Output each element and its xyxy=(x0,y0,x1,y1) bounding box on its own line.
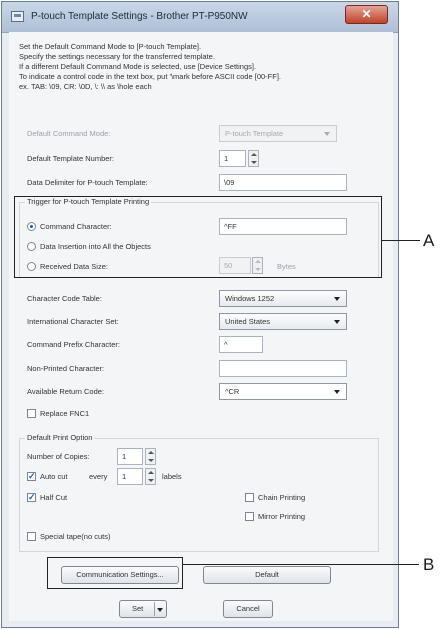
description-line: If a different Default Command Mode is s… xyxy=(19,62,257,71)
description-line: To indicate a control code in the text b… xyxy=(19,72,281,81)
chevron-down-icon xyxy=(334,297,340,301)
callout-b-box xyxy=(47,557,183,589)
mirror-printing-checkbox[interactable] xyxy=(245,512,254,521)
number-of-copies-spinner[interactable] xyxy=(145,448,156,465)
chevron-down-icon[interactable] xyxy=(157,608,163,612)
callout-b-label: B xyxy=(423,555,435,574)
chain-printing-checkbox[interactable] xyxy=(245,493,254,502)
special-tape-checkbox[interactable] xyxy=(27,532,36,541)
window-title: P-touch Template Settings - Brother PT-P… xyxy=(31,11,248,22)
auto-cut-every-label: every xyxy=(89,472,108,481)
spin-down-icon xyxy=(148,479,154,482)
number-of-copies-input[interactable]: 1 xyxy=(117,448,143,465)
non-printed-character-input[interactable] xyxy=(219,360,347,377)
spin-down-icon xyxy=(251,161,257,164)
default-template-number-input[interactable]: 1 xyxy=(219,150,246,167)
half-cut-label: Half Cut xyxy=(40,493,68,502)
command-prefix-character-label: Command Prefix Character: xyxy=(27,340,120,349)
data-delimiter-input[interactable]: \09 xyxy=(219,174,347,191)
split-divider xyxy=(154,602,155,616)
template-number-spinner[interactable] xyxy=(248,150,259,167)
description-line: Set the Default Command Mode to [P-touch… xyxy=(19,42,202,51)
available-return-code-select[interactable]: ^CR xyxy=(219,383,347,400)
title-bar: P-touch Template Settings - Brother PT-P… xyxy=(2,2,398,33)
auto-cut-label: Auto cut xyxy=(40,472,68,481)
print-option-group-title: Default Print Option xyxy=(25,433,95,442)
international-character-set-value: United States xyxy=(225,317,271,326)
set-button-label: Set xyxy=(132,604,144,613)
default-command-mode-label: Default Command Mode: xyxy=(27,129,111,138)
default-command-mode-select[interactable]: P-touch Template xyxy=(219,125,337,142)
callout-a-line xyxy=(382,240,420,241)
auto-cut-checkbox[interactable]: ✓ xyxy=(27,472,36,481)
spin-up-icon xyxy=(148,451,154,454)
data-delimiter-label: Data Delimiter for P-touch Template: xyxy=(27,178,148,187)
spin-up-icon xyxy=(148,471,154,474)
set-button[interactable]: Set xyxy=(119,600,167,618)
replace-fnc1-label: Replace FNC1 xyxy=(40,409,90,418)
auto-cut-count-input[interactable]: 1 xyxy=(117,468,143,485)
default-template-number-label: Default Template Number: xyxy=(27,154,114,163)
callout-b-line xyxy=(183,564,419,565)
description-line: Specify the settings necessary for the t… xyxy=(19,52,215,61)
chevron-down-icon xyxy=(334,320,340,324)
mirror-printing-label: Mirror Printing xyxy=(258,512,306,521)
chain-printing-label: Chain Printing xyxy=(258,493,306,502)
app-icon xyxy=(11,11,24,22)
command-prefix-character-input[interactable]: ^ xyxy=(219,336,263,353)
spin-down-icon xyxy=(148,459,154,462)
replace-fnc1-checkbox[interactable] xyxy=(27,409,36,418)
character-code-table-value: Windows 1252 xyxy=(225,294,275,303)
character-code-table-label: Character Code Table: xyxy=(27,294,102,303)
character-code-table-select[interactable]: Windows 1252 xyxy=(219,290,347,307)
international-character-set-label: International Character Set: xyxy=(27,317,119,326)
international-character-set-select[interactable]: United States xyxy=(219,313,347,330)
description-line: ex. TAB: \09, CR: \0D, \: \\ as \hole ea… xyxy=(19,82,152,91)
auto-cut-unit-label: labels xyxy=(162,472,182,481)
half-cut-checkbox[interactable]: ✓ xyxy=(27,493,36,502)
chevron-down-icon xyxy=(334,390,340,394)
cancel-button[interactable]: Cancel xyxy=(223,600,273,618)
callout-a-label: A xyxy=(423,231,435,250)
chevron-down-icon xyxy=(324,132,330,136)
non-printed-character-label: Non-Printed Character: xyxy=(27,364,105,373)
dialog-body: Set the Default Command Mode to [P-touch… xyxy=(9,32,393,621)
available-return-code-label: Available Return Code: xyxy=(27,387,104,396)
default-command-mode-value: P-touch Template xyxy=(225,129,284,138)
default-button[interactable]: Default xyxy=(203,566,331,584)
special-tape-label: Special tape(no cuts) xyxy=(40,532,111,541)
close-button[interactable]: ✕ xyxy=(345,5,388,24)
number-of-copies-label: Number of Copies: xyxy=(27,452,90,461)
callout-a-box xyxy=(14,196,382,278)
spin-up-icon xyxy=(251,153,257,156)
dialog-window: P-touch Template Settings - Brother PT-P… xyxy=(1,1,399,628)
available-return-code-value: ^CR xyxy=(225,387,240,396)
auto-cut-spinner[interactable] xyxy=(145,468,156,485)
